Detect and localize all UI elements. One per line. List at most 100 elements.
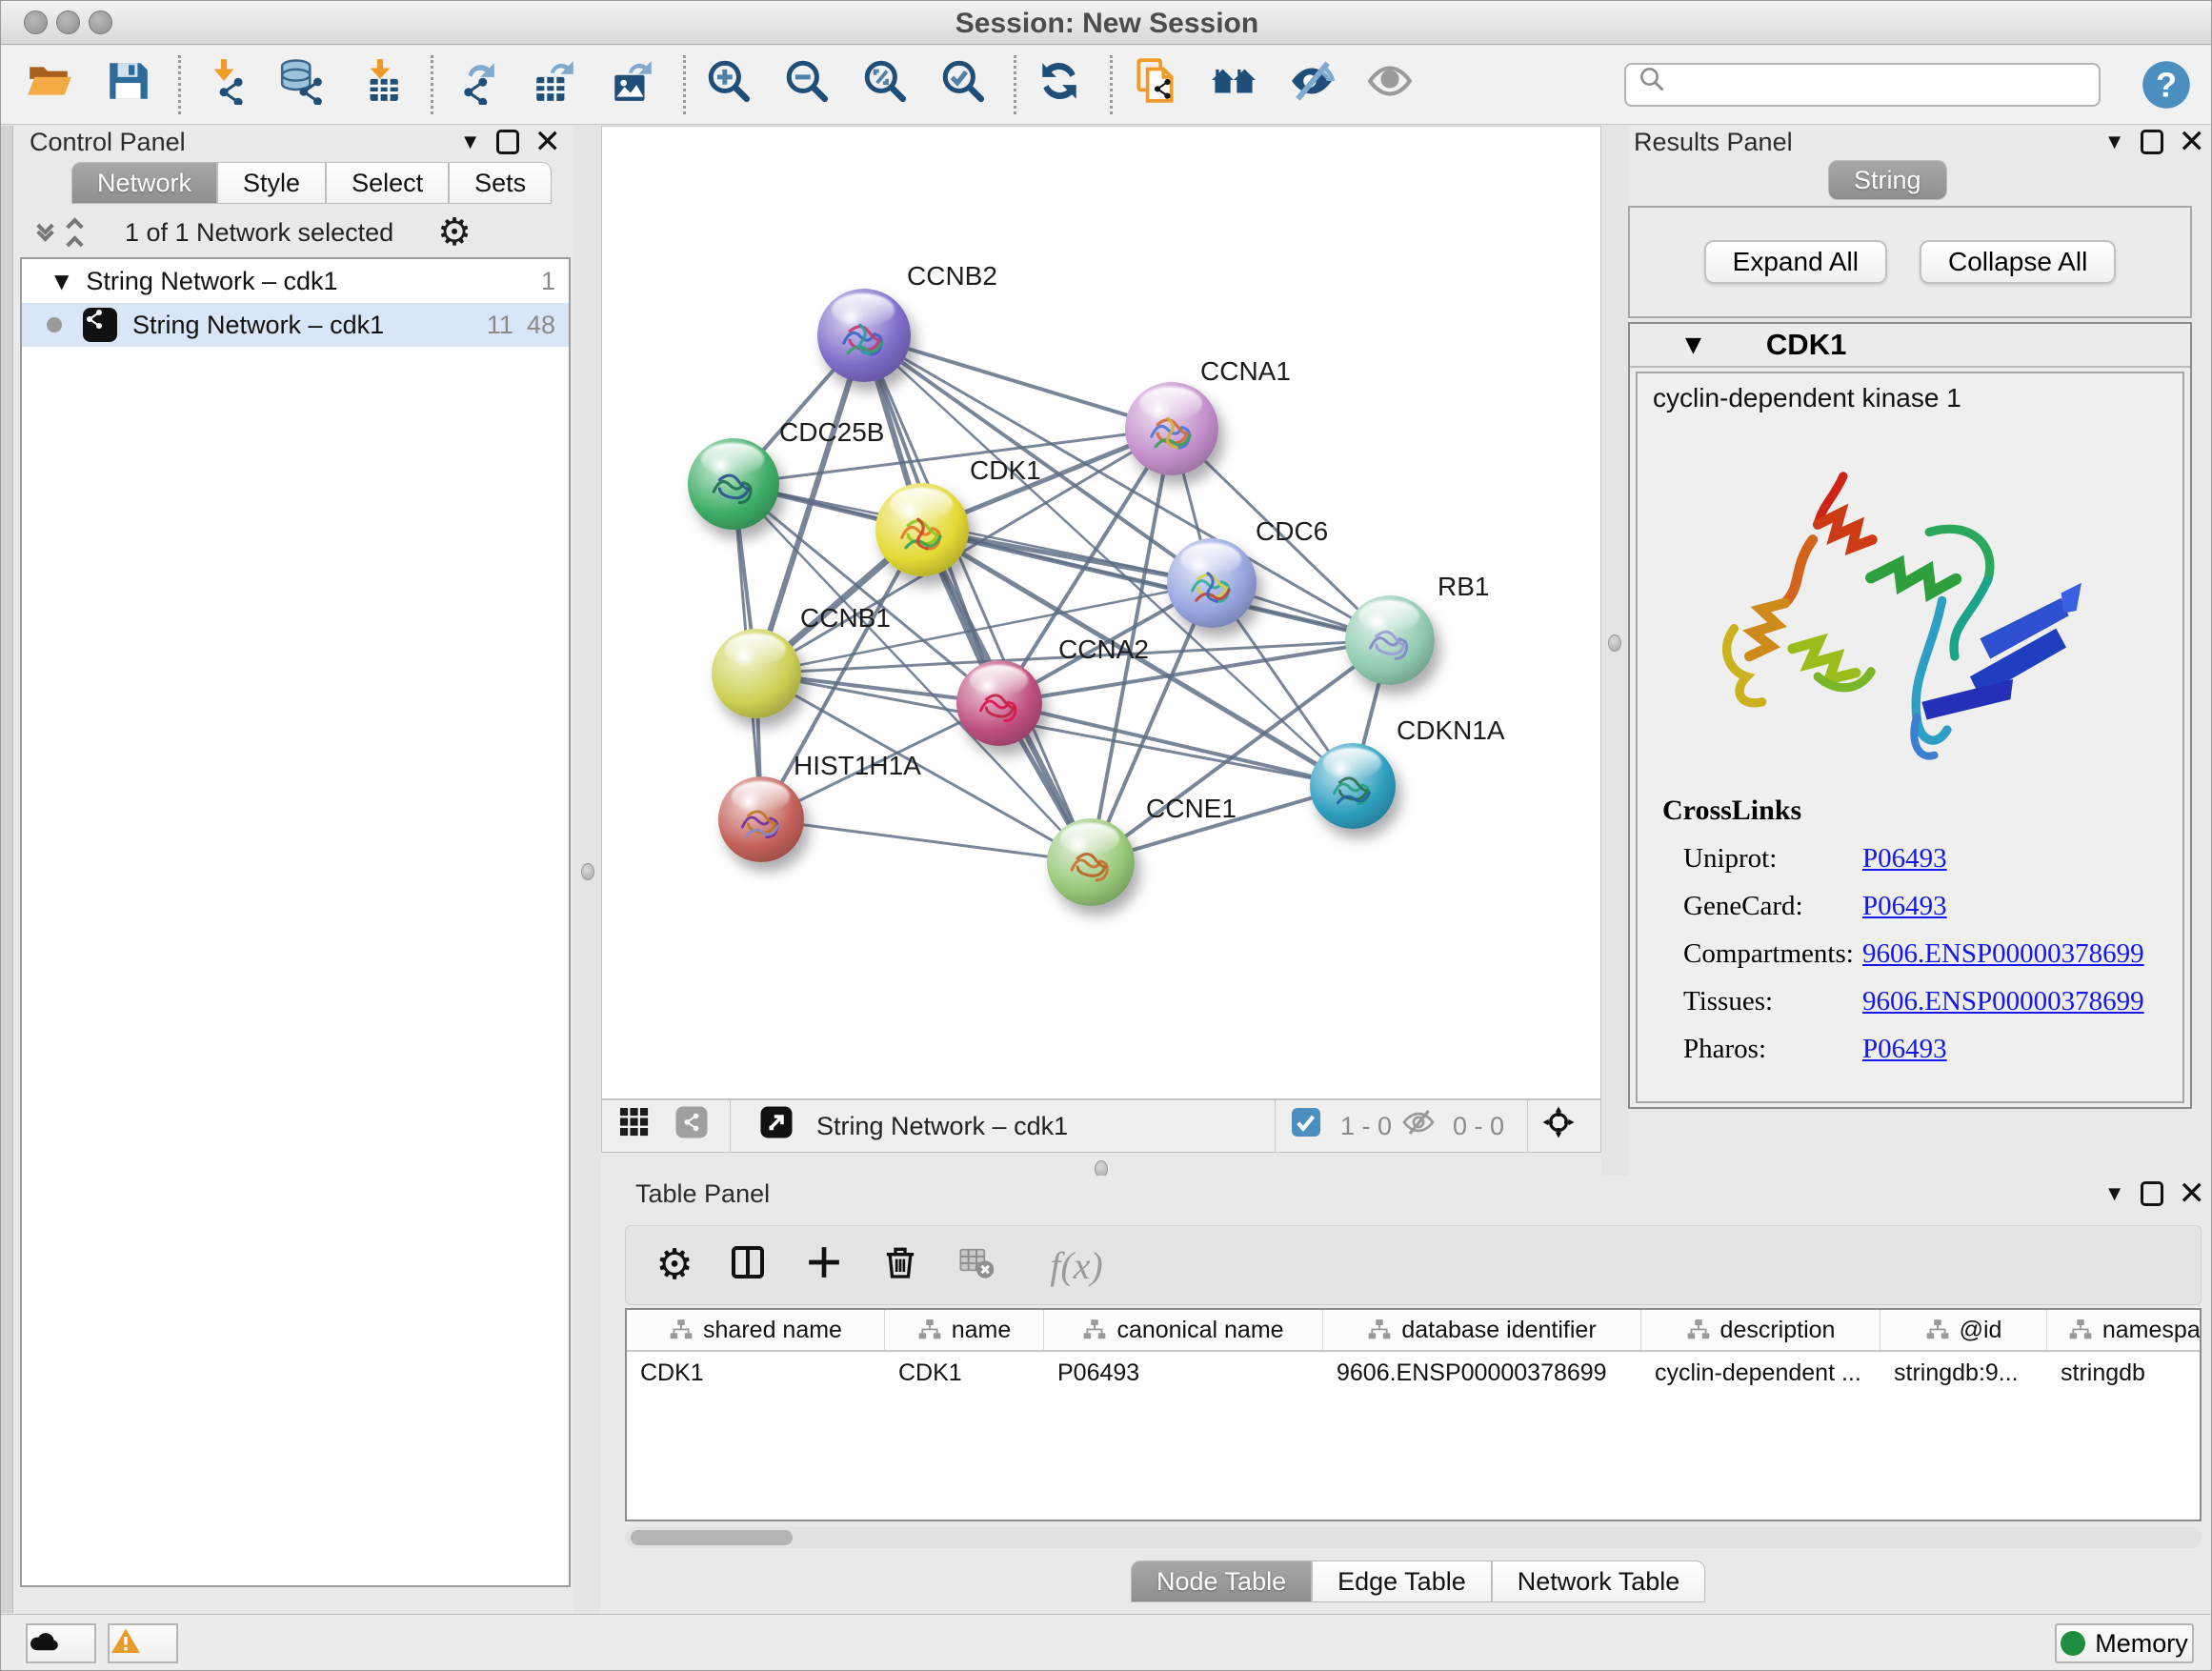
network-node-CDK1[interactable] [875,483,969,576]
function-builder-button[interactable]: f(x) [1034,1243,1119,1287]
create-column-button[interactable] [805,1243,849,1287]
panel-float-icon[interactable] [496,130,519,154]
expand-all-button[interactable]: Expand All [1704,240,1887,284]
table-cell[interactable]: cyclin-dependent ... [1641,1352,1880,1394]
network-node-HIST1H1A[interactable] [718,776,804,862]
tab-style[interactable]: Style [217,162,326,204]
import-table-button[interactable] [356,57,412,112]
network-node-CCNA1[interactable] [1125,382,1218,475]
crosslink-link[interactable]: P06493 [1862,843,1947,875]
network-collection-row[interactable]: ▼ String Network – cdk1 1 [22,259,569,303]
cloud-status-button[interactable] [26,1623,96,1663]
horizontal-scrollbar[interactable] [625,1527,2202,1548]
zoom-selected-button[interactable] [939,57,995,112]
edge-CCNB2-CCNA1[interactable] [864,335,1172,429]
export-table-button[interactable] [531,57,586,112]
column-header-canonical-name[interactable]: canonical name [1044,1310,1323,1350]
panel-close-icon[interactable]: ✕ [534,130,562,154]
clone-network-button[interactable] [1132,57,1187,112]
zoom-fit-button[interactable] [861,57,916,112]
network-node-CCNA2[interactable] [956,660,1042,746]
show-columns-button[interactable] [729,1243,773,1287]
open-session-button[interactable] [26,57,81,112]
table-cell[interactable]: P06493 [1044,1352,1323,1394]
import-network-from-database-button[interactable] [278,57,333,112]
crosslink-link[interactable]: 9606.ENSP00000378699 [1862,938,2144,970]
column-header-@id[interactable]: @id [1880,1310,2047,1350]
tab-edge-table[interactable]: Edge Table [1312,1560,1492,1602]
table-options-button[interactable]: ⚙ [653,1243,696,1287]
network-node-CDC25B[interactable] [688,438,779,530]
tab-network[interactable]: Network [71,162,217,204]
column-header-namespace[interactable]: namespace [2047,1310,2202,1350]
scrollbar-thumb[interactable] [631,1530,793,1545]
network-node-CCNB2[interactable] [817,289,911,382]
apply-layout-button[interactable] [1036,57,1091,112]
table-cell[interactable]: stringdb [2047,1352,2202,1394]
table-cell[interactable]: stringdb:9... [1880,1352,2047,1394]
grid-view-button[interactable] [617,1105,659,1147]
center-view-button[interactable] [1541,1105,1583,1147]
crosslink-link[interactable]: P06493 [1862,1034,1947,1065]
table-cell[interactable]: CDK1 [627,1352,885,1394]
panel-menu-icon[interactable]: ▼ [460,130,481,154]
export-image-button[interactable] [609,57,664,112]
collapse-all-button[interactable]: Collapse All [1920,240,2116,284]
delete-column-button[interactable] [881,1243,925,1287]
network-node-CDKN1A[interactable] [1310,743,1396,829]
column-header-name[interactable]: name [885,1310,1044,1350]
column-header-description[interactable]: description [1641,1310,1880,1350]
search-input[interactable] [1764,70,2087,101]
column-header-shared-name[interactable]: shared name [627,1310,885,1350]
expand-all-networks-icon[interactable] [69,214,81,251]
collapse-arrow-icon[interactable]: ▼ [1685,333,1701,357]
network-birdseye-button[interactable] [674,1105,716,1147]
memory-button[interactable]: Memory [2055,1623,2194,1663]
column-header-database-identifier[interactable]: database identifier [1323,1310,1641,1350]
tab-select[interactable]: Select [326,162,449,204]
warnings-button[interactable] [108,1623,178,1663]
edge-HIST1H1A-CCNE1[interactable] [761,819,1091,862]
panel-close-icon[interactable]: ✕ [2179,130,2206,154]
hidden-indicator[interactable] [1401,1105,1443,1147]
left-splitter[interactable] [574,126,601,1613]
houses-icon [1210,57,1265,112]
tab-network-table[interactable]: Network Table [1492,1560,1706,1602]
network-node-CCNE1[interactable] [1047,818,1135,906]
table-cell[interactable]: CDK1 [885,1352,1044,1394]
panel-menu-icon[interactable]: ▼ [2104,1181,2125,1206]
collapse-arrow-icon[interactable]: ▼ [54,270,69,292]
import-network-button[interactable] [200,57,255,112]
detach-view-button[interactable] [759,1105,801,1147]
search-box[interactable] [1624,63,2101,107]
gene-section-header[interactable]: ▼ CDK1 [1630,324,2190,368]
zoom-in-button[interactable] [705,57,760,112]
panel-float-icon[interactable] [2141,1181,2163,1206]
collapse-all-networks-icon[interactable] [39,226,51,239]
tab-sets[interactable]: Sets [449,162,552,204]
export-network-button[interactable] [452,57,508,112]
panel-float-icon[interactable] [2141,130,2163,154]
save-session-button[interactable] [104,57,159,112]
panel-close-icon[interactable]: ✕ [2179,1181,2206,1206]
delete-table-button[interactable] [957,1243,1001,1287]
network-node-RB1[interactable] [1345,595,1435,685]
first-neighbors-button[interactable] [1210,57,1265,112]
zoom-out-button[interactable] [783,57,838,112]
help-button[interactable]: ? [2141,59,2192,111]
tab-string[interactable]: String [1828,160,1947,200]
crosslink-link[interactable]: P06493 [1862,891,1947,922]
gear-icon[interactable]: ⚙ [437,211,472,254]
crosslink-link[interactable]: 9606.ENSP00000378699 [1862,986,2144,1017]
selected-indicator[interactable] [1289,1105,1331,1147]
table-row[interactable]: CDK1CDK1P064939606.ENSP00000378699cyclin… [627,1352,2200,1394]
table-cell[interactable]: 9606.ENSP00000378699 [1323,1352,1641,1394]
tab-node-table[interactable]: Node Table [1131,1560,1312,1602]
network-row[interactable]: String Network – cdk1 11 48 [22,303,569,347]
show-all-button[interactable] [1366,57,1421,112]
hide-selected-button[interactable] [1288,57,1343,112]
network-node-CCNB1[interactable] [712,629,801,718]
network-view-canvas[interactable]: CCNB2CCNA1CDC25BCDK1CDC6RB1CCNB1CCNA2CDK… [601,126,1601,1099]
panel-menu-icon[interactable]: ▼ [2104,130,2125,154]
network-node-CDC6[interactable] [1167,538,1257,628]
